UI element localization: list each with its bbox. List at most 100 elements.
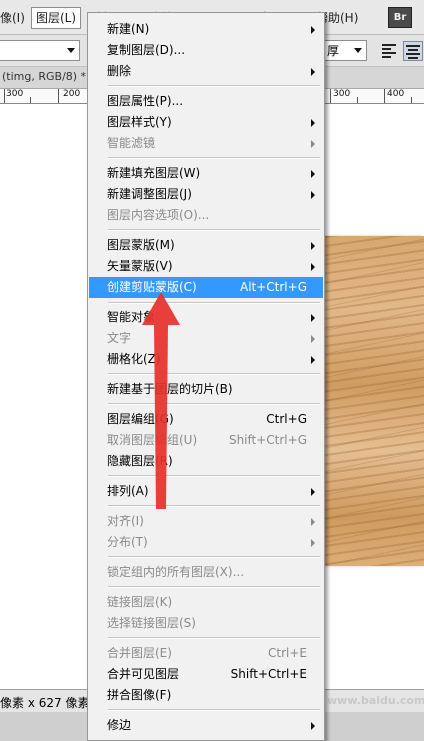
menu-item-label: 锁定组内的所有图层(X)...	[107, 565, 245, 579]
align-center-icon[interactable]	[403, 41, 423, 61]
menu-item-lock-all-layers[interactable]: 锁定组内的所有图层(X)...	[89, 562, 323, 583]
menu-item-hide-layers[interactable]: 隐藏图层(R)	[89, 451, 323, 472]
ruler-label: 200	[63, 89, 81, 99]
font-style-select[interactable]: 厚	[323, 40, 367, 61]
font-family-select[interactable]	[0, 40, 80, 61]
menu-item-label: 图层内容选项(O)...	[107, 208, 210, 222]
font-style-value: 厚	[327, 44, 340, 58]
submenu-arrow-icon	[311, 68, 315, 76]
menu-item-group-layers[interactable]: 图层编组(G) Ctrl+G	[89, 409, 323, 430]
bridge-button[interactable]: Br	[388, 7, 412, 28]
submenu-arrow-icon	[311, 488, 315, 496]
menu-item-layer-properties[interactable]: 图层属性(P)...	[89, 91, 323, 112]
menu-item-merge-visible[interactable]: 合并可见图层 Shift+Ctrl+E	[89, 664, 323, 685]
menu-item-flatten-image[interactable]: 拼合图像(F)	[89, 685, 323, 706]
menu-item-label: 选择链接图层(S)	[107, 616, 196, 630]
menu-item-label: 合并图层(E)	[107, 646, 172, 660]
menu-item-distribute[interactable]: 分布(T)	[89, 532, 323, 553]
menu-item-label: 隐藏图层(R)	[107, 454, 173, 468]
menu-item-new[interactable]: 新建(N)	[89, 19, 323, 40]
menu-item-new-adjustment-layer[interactable]: 新建调整图层(J)	[89, 184, 323, 205]
menu-item-rasterize[interactable]: 栅格化(Z)	[89, 349, 323, 370]
submenu-arrow-icon	[311, 191, 315, 199]
submenu-arrow-icon	[311, 722, 315, 730]
menu-item-label: 修边	[107, 718, 132, 732]
layer-menu: 新建(N) 复制图层(D)... 删除 图层属性(P)... 图层样式(Y) 智…	[87, 12, 325, 741]
menu-item-label: 智能滤镜	[107, 136, 156, 150]
menu-item-label: 新建(N)	[107, 22, 150, 36]
menu-item-new-layer-based-slice[interactable]: 新建基于图层的切片(B)	[89, 379, 323, 400]
menu-item-link-layers[interactable]: 链接图层(K)	[89, 592, 323, 613]
menu-item-align[interactable]: 对齐(I)	[89, 511, 323, 532]
menu-item-label: 拼合图像(F)	[107, 688, 172, 702]
menu-separator	[108, 229, 320, 231]
ruler-label: 300	[6, 89, 24, 99]
chevron-down-icon	[354, 48, 362, 53]
menu-item-create-clipping-mask[interactable]: 创建剪贴蒙版(C) Alt+Ctrl+G	[89, 277, 323, 298]
menu-separator	[108, 709, 320, 711]
menu-separator	[108, 403, 320, 405]
menu-item-smart-filter[interactable]: 智能滤镜	[89, 133, 323, 154]
menu-item-label: 取消图层编组(U)	[107, 433, 198, 447]
menu-item-label: 新建基于图层的切片(B)	[107, 382, 233, 396]
watermark-text: www.baidu.com	[327, 694, 424, 707]
menu-image[interactable]: 像(I)	[0, 8, 29, 28]
align-left-icon[interactable]	[380, 41, 398, 59]
menu-item-label: 图层蒙版(M)	[107, 238, 175, 252]
menu-separator	[108, 373, 320, 375]
menu-item-ungroup-layers[interactable]: 取消图层编组(U) Shift+Ctrl+G	[89, 430, 323, 451]
menu-item-label: 新建调整图层(J)	[107, 187, 192, 201]
menu-item-matting[interactable]: 修边	[89, 715, 323, 736]
menu-item-arrange[interactable]: 排列(A)	[89, 481, 323, 502]
menu-separator	[108, 85, 320, 87]
menu-item-type[interactable]: 文字	[89, 328, 323, 349]
menu-separator	[108, 586, 320, 588]
menu-item-label: 链接图层(K)	[107, 595, 173, 609]
menu-item-shortcut: Shift+Ctrl+E	[230, 667, 307, 681]
menu-item-layer-content-options[interactable]: 图层内容选项(O)...	[89, 205, 323, 226]
menu-item-layer-mask[interactable]: 图层蒙版(M)	[89, 235, 323, 256]
menu-item-label: 智能对象	[107, 310, 156, 324]
menu-item-label: 图层属性(P)...	[107, 94, 184, 108]
menu-item-label: 矢量蒙版(V)	[107, 259, 173, 273]
menu-item-label: 图层编组(G)	[107, 412, 174, 426]
wood-texture-image	[325, 236, 424, 566]
menu-separator	[108, 302, 320, 304]
menu-item-duplicate-layer[interactable]: 复制图层(D)...	[89, 40, 323, 61]
submenu-arrow-icon	[311, 263, 315, 271]
menu-item-merge-down[interactable]: 合并图层(E) Ctrl+E	[89, 643, 323, 664]
menu-item-label: 新建填充图层(W)	[107, 166, 201, 180]
submenu-arrow-icon	[311, 26, 315, 34]
menu-separator	[108, 475, 320, 477]
menu-item-shortcut: Shift+Ctrl+G	[228, 433, 307, 447]
document-title: (timg, RGB/8) *	[2, 70, 87, 83]
submenu-arrow-icon	[311, 119, 315, 127]
menu-item-label: 排列(A)	[107, 484, 149, 498]
menu-separator	[108, 505, 320, 507]
menu-item-vector-mask[interactable]: 矢量蒙版(V)	[89, 256, 323, 277]
menu-item-smart-object[interactable]: 智能对象	[89, 307, 323, 328]
menu-item-label: 删除	[107, 64, 132, 78]
menu-item-layer-style[interactable]: 图层样式(Y)	[89, 112, 323, 133]
menu-item-new-fill-layer[interactable]: 新建填充图层(W)	[89, 163, 323, 184]
menu-item-label: 分布(T)	[107, 535, 148, 549]
menu-item-delete[interactable]: 删除	[89, 61, 323, 82]
menu-item-label: 对齐(I)	[107, 514, 144, 528]
menu-item-select-linked-layers[interactable]: 选择链接图层(S)	[89, 613, 323, 634]
menu-separator	[108, 556, 320, 558]
submenu-arrow-icon	[311, 335, 315, 343]
menu-separator	[108, 637, 320, 639]
menu-item-label: 图层样式(Y)	[107, 115, 172, 129]
submenu-arrow-icon	[311, 170, 315, 178]
menu-item-shortcut: Alt+Ctrl+G	[239, 280, 307, 294]
submenu-arrow-icon	[311, 140, 315, 148]
menu-layer[interactable]: 图层(L)	[31, 7, 82, 29]
menu-item-label: 文字	[107, 331, 132, 345]
menu-item-label: 复制图层(D)...	[107, 43, 186, 57]
chevron-down-icon	[67, 48, 75, 53]
submenu-arrow-icon	[311, 242, 315, 250]
submenu-arrow-icon	[311, 539, 315, 547]
menu-item-label: 合并可见图层	[107, 667, 180, 681]
ruler-label: 400	[387, 89, 405, 99]
submenu-arrow-icon	[311, 314, 315, 322]
